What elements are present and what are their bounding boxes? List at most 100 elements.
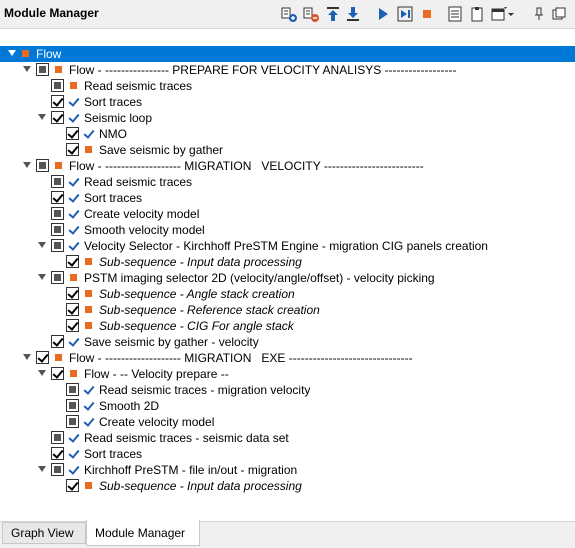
module-status-check-icon xyxy=(68,95,80,107)
module-status-square-icon xyxy=(85,258,92,265)
enable-checkbox[interactable] xyxy=(51,191,64,204)
run-step-icon[interactable] xyxy=(396,5,414,23)
enable-checkbox[interactable] xyxy=(51,223,64,236)
tree-row-label: Create velocity model xyxy=(84,207,200,221)
expand-chevron-icon[interactable] xyxy=(38,274,46,280)
enable-checkbox[interactable] xyxy=(36,63,49,76)
clipboard-icon[interactable] xyxy=(468,5,486,23)
tree-row-label: Save seismic by gather xyxy=(99,143,224,157)
tab-graph-view[interactable]: Graph View xyxy=(2,522,86,544)
add-module-icon[interactable] xyxy=(280,5,298,23)
tree-row[interactable]: Read seismic traces - seismic data set xyxy=(0,430,575,446)
tree-row[interactable]: Velocity Selector - Kirchhoff PreSTM Eng… xyxy=(0,238,575,254)
enable-checkbox[interactable] xyxy=(51,335,64,348)
expand-chevron-icon[interactable] xyxy=(38,114,46,120)
enable-checkbox[interactable] xyxy=(51,431,64,444)
tree-row[interactable]: Sub-sequence - Input data processing xyxy=(0,478,575,494)
expand-chevron-icon[interactable] xyxy=(38,242,46,248)
tree-row-label: Seismic loop xyxy=(84,111,153,125)
tree-row[interactable]: Sort traces xyxy=(0,94,575,110)
tree-row-label: Read seismic traces xyxy=(84,79,193,93)
enable-checkbox[interactable] xyxy=(51,239,64,252)
enable-checkbox[interactable] xyxy=(66,399,79,412)
expand-chevron-icon[interactable] xyxy=(23,66,31,72)
tree-row[interactable]: Flow xyxy=(0,46,575,62)
enable-checkbox[interactable] xyxy=(66,479,79,492)
module-status-check-icon xyxy=(68,111,80,123)
tree-row-label: Smooth velocity model xyxy=(84,223,205,237)
run-icon[interactable] xyxy=(374,5,392,23)
enable-checkbox[interactable] xyxy=(51,271,64,284)
tree-row[interactable]: NMO xyxy=(0,126,575,142)
enable-checkbox[interactable] xyxy=(51,111,64,124)
module-status-square-icon xyxy=(55,354,62,361)
enable-checkbox[interactable] xyxy=(51,95,64,108)
tree-row[interactable]: Sub-sequence - Angle stack creation xyxy=(0,286,575,302)
tree-row[interactable]: Create velocity model xyxy=(0,414,575,430)
expand-chevron-icon[interactable] xyxy=(38,466,46,472)
tree-row[interactable]: Flow - -- Velocity prepare -- xyxy=(0,366,575,382)
tree-row[interactable]: Flow - ------------------- MIGRATION VEL… xyxy=(0,158,575,174)
enable-checkbox[interactable] xyxy=(51,447,64,460)
module-status-check-icon xyxy=(68,463,80,475)
list-icon[interactable] xyxy=(446,5,464,23)
enable-checkbox[interactable] xyxy=(66,383,79,396)
enable-checkbox[interactable] xyxy=(66,255,79,268)
expand-chevron-icon[interactable] xyxy=(38,370,46,376)
enable-checkbox[interactable] xyxy=(51,175,64,188)
move-down-icon[interactable] xyxy=(344,5,362,23)
float-icon[interactable] xyxy=(550,5,568,23)
tree-row[interactable]: Flow - ---------------- PREPARE FOR VELO… xyxy=(0,62,575,78)
enable-checkbox[interactable] xyxy=(51,79,64,92)
enable-checkbox[interactable] xyxy=(36,351,49,364)
tree-row-label: Sort traces xyxy=(84,95,143,109)
tree-row[interactable]: Sort traces xyxy=(0,446,575,462)
enable-checkbox[interactable] xyxy=(66,287,79,300)
tree-row[interactable]: Flow - ------------------- MIGRATION EXE… xyxy=(0,350,575,366)
tree-row[interactable]: Read seismic traces xyxy=(0,78,575,94)
module-status-check-icon xyxy=(68,175,80,187)
tree-row[interactable]: Sub-sequence - Reference stack creation xyxy=(0,302,575,318)
tree-row[interactable]: Read seismic traces - migration velocity xyxy=(0,382,575,398)
tree-row-label: PSTM imaging selector 2D (velocity/angle… xyxy=(84,271,435,285)
tree-row-label: Read seismic traces xyxy=(84,175,193,189)
enable-checkbox[interactable] xyxy=(66,303,79,316)
window-title: Module Manager xyxy=(4,6,99,20)
chevron-down-icon[interactable] xyxy=(506,5,516,23)
enable-checkbox[interactable] xyxy=(66,415,79,428)
enable-checkbox[interactable] xyxy=(36,159,49,172)
pin-icon[interactable] xyxy=(530,5,548,23)
tree-row[interactable]: Kirchhoff PreSTM - file in/out - migrati… xyxy=(0,462,575,478)
tree-row-label: Save seismic by gather - velocity xyxy=(84,335,259,349)
module-status-square-icon xyxy=(70,370,77,377)
tree-row[interactable]: Smooth 2D xyxy=(0,398,575,414)
tree-row[interactable]: Save seismic by gather xyxy=(0,142,575,158)
enable-checkbox[interactable] xyxy=(51,207,64,220)
tree-row-label: Read seismic traces - migration velocity xyxy=(99,383,311,397)
tree-row[interactable]: Seismic loop xyxy=(0,110,575,126)
stop-icon[interactable] xyxy=(418,5,436,23)
tree-row[interactable]: Sort traces xyxy=(0,190,575,206)
tree-row[interactable]: Smooth velocity model xyxy=(0,222,575,238)
tab-module-manager[interactable]: Module Manager xyxy=(86,520,200,546)
tree-row-label: Sort traces xyxy=(84,191,143,205)
expand-chevron-icon[interactable] xyxy=(23,354,31,360)
tree-row[interactable]: Sub-sequence - Input data processing xyxy=(0,254,575,270)
module-status-check-icon xyxy=(68,431,80,443)
remove-module-icon[interactable] xyxy=(302,5,320,23)
module-status-check-icon xyxy=(83,415,95,427)
enable-checkbox[interactable] xyxy=(66,319,79,332)
enable-checkbox[interactable] xyxy=(51,367,64,380)
expand-chevron-icon[interactable] xyxy=(8,50,16,56)
expand-chevron-icon[interactable] xyxy=(23,162,31,168)
move-up-icon[interactable] xyxy=(324,5,342,23)
enable-checkbox[interactable] xyxy=(51,463,64,476)
tree-row[interactable]: Create velocity model xyxy=(0,206,575,222)
tree-row-label: Flow - -- Velocity prepare -- xyxy=(84,367,229,381)
tree-row[interactable]: Save seismic by gather - velocity xyxy=(0,334,575,350)
tree-row[interactable]: PSTM imaging selector 2D (velocity/angle… xyxy=(0,270,575,286)
tree-row[interactable]: Read seismic traces xyxy=(0,174,575,190)
enable-checkbox[interactable] xyxy=(66,127,79,140)
tree-row[interactable]: Sub-sequence - CIG For angle stack xyxy=(0,318,575,334)
enable-checkbox[interactable] xyxy=(66,143,79,156)
